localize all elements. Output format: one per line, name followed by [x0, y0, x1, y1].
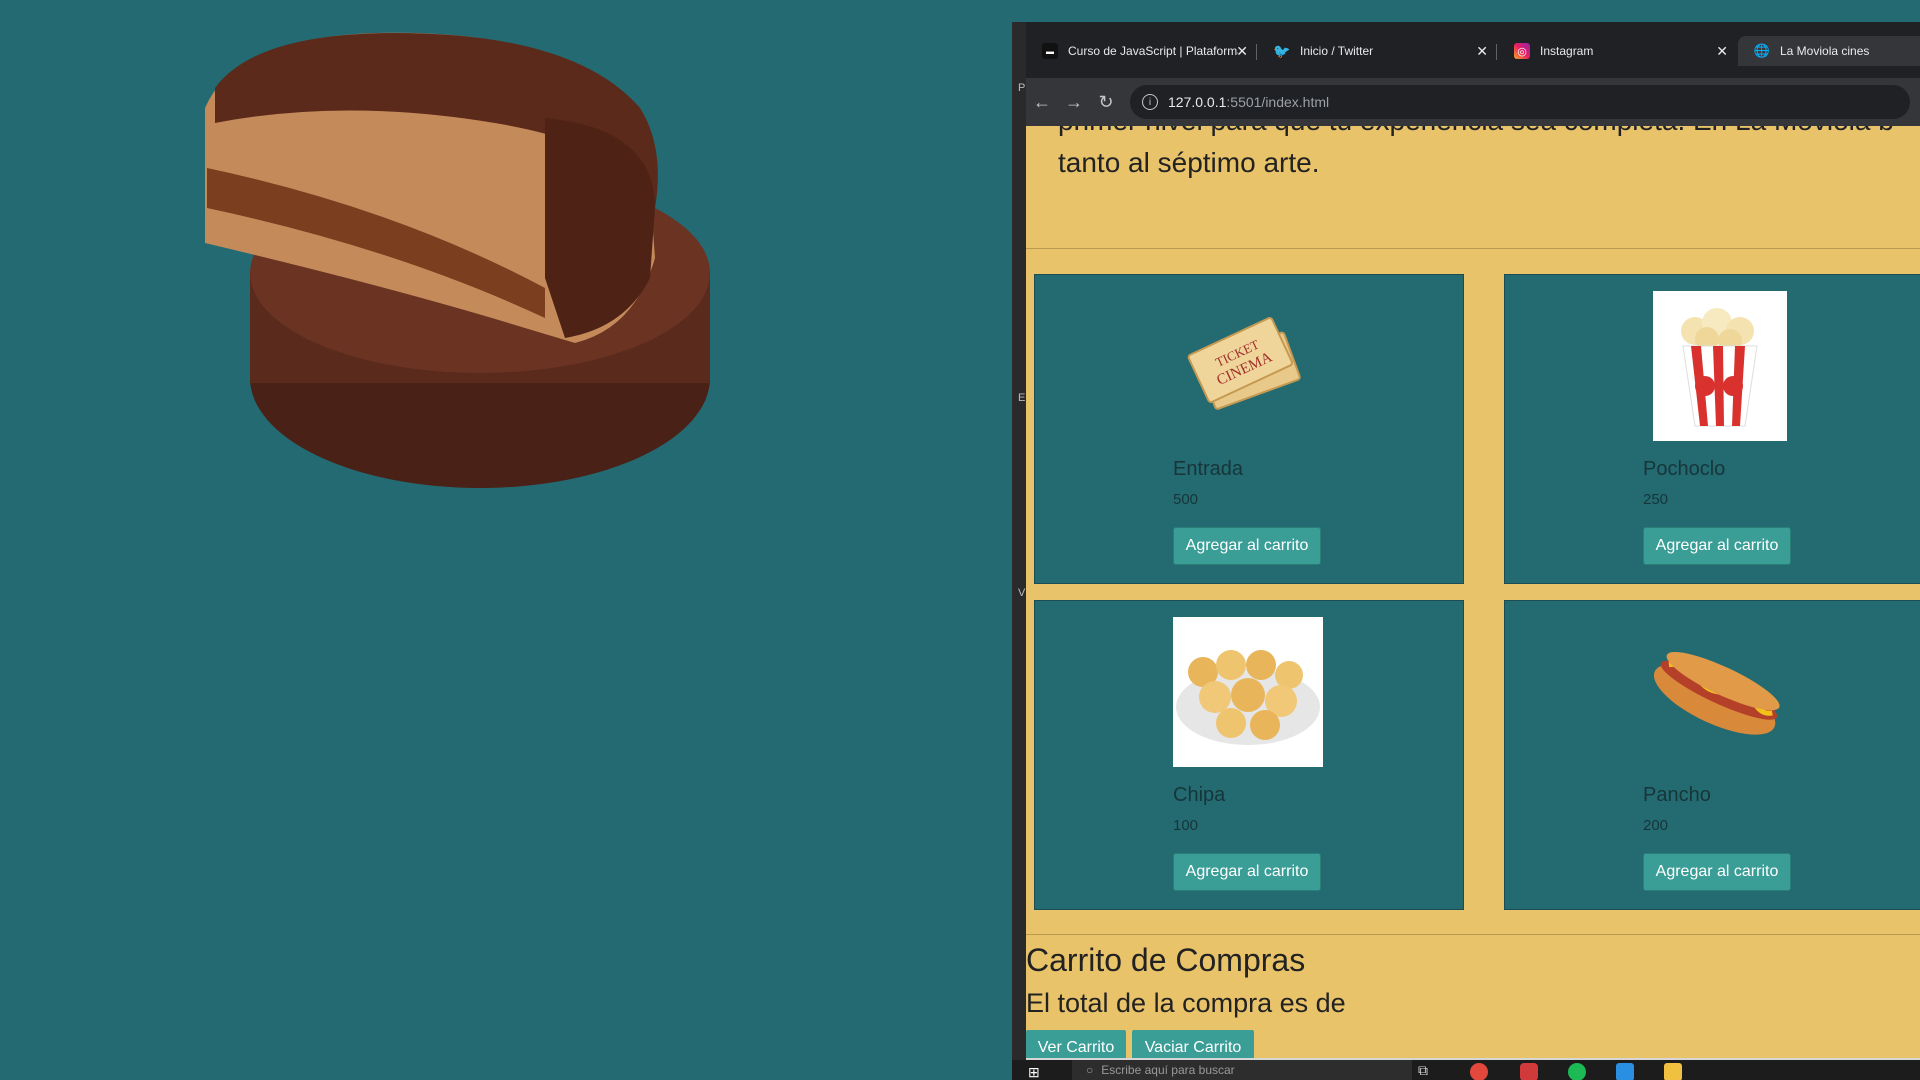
add-to-cart-button[interactable]: Agregar al carrito [1173, 853, 1321, 891]
intro-line: primer nivel para que tu experiencia sea… [1058, 126, 1920, 142]
product-name: Entrada [1173, 458, 1244, 480]
empty-cart-button[interactable]: Vaciar Carrito [1132, 1030, 1254, 1058]
tab-title: Inicio / Twitter [1300, 44, 1374, 58]
intro-text: primer nivel para que tu experiencia sea… [1058, 126, 1920, 184]
product-price: 100 [1173, 817, 1199, 834]
close-icon[interactable]: ✕ [1716, 43, 1728, 60]
close-icon[interactable]: ✕ [1476, 43, 1488, 60]
product-price: 500 [1173, 491, 1199, 508]
globe-icon: 🌐 [1753, 43, 1771, 58]
product-card-entrada: TICKET CINEMA Entrada 500 Agregar al car… [1034, 274, 1464, 584]
product-card-pancho: Pancho 200 Agregar al carrito [1504, 600, 1920, 910]
instagram-icon: ◎ [1514, 43, 1530, 59]
address-bar[interactable]: i 127.0.0.1:5501/index.html [1130, 85, 1910, 119]
add-to-cart-button[interactable]: Agregar al carrito [1643, 527, 1791, 565]
product-name: Pancho [1643, 784, 1711, 806]
chipa-icon [1173, 617, 1323, 767]
product-price: 200 [1643, 817, 1669, 834]
url-host: 127.0.0.1 [1168, 94, 1227, 110]
windows-taskbar: ⊞ ○ Escribe aquí para buscar ⧉ [1012, 1060, 1920, 1080]
window-left-edge: P E V [1012, 22, 1026, 1080]
page-viewport: primer nivel para que tu experiencia sea… [1026, 126, 1920, 1058]
file-explorer-icon[interactable] [1664, 1063, 1682, 1080]
info-icon[interactable]: i [1142, 94, 1158, 110]
task-view-icon[interactable]: ⧉ [1418, 1062, 1428, 1079]
hotdog-icon [1643, 617, 1793, 767]
intro-line: tanto al séptimo arte. [1058, 147, 1320, 178]
url-path: :5501/index.html [1226, 94, 1330, 110]
twitter-icon: 🐦 [1273, 42, 1291, 59]
cinema-ticket-icon: TICKET CINEMA [1173, 291, 1323, 441]
back-arrow-icon[interactable]: ← [1026, 92, 1058, 113]
product-card-chipa: Chipa 100 Agregar al carrito [1034, 600, 1464, 910]
app-red-icon[interactable] [1520, 1063, 1538, 1080]
forward-arrow-icon[interactable]: → [1058, 92, 1090, 113]
add-to-cart-button[interactable]: Agregar al carrito [1643, 853, 1791, 891]
cart-total-text: El total de la compra es de [1026, 988, 1346, 1018]
close-icon[interactable]: ✕ [1236, 43, 1248, 60]
divider [1026, 248, 1920, 249]
chrome-icon[interactable] [1470, 1063, 1488, 1080]
cart-title: Carrito de Compras [1026, 942, 1306, 978]
tab-title: Instagram [1540, 44, 1594, 58]
tab-title: La Moviola cines [1780, 44, 1870, 58]
browser-window: P E V ▬ Curso de JavaScript | Plataforma… [1012, 22, 1920, 1080]
coderhouse-icon: ▬ [1042, 43, 1058, 59]
reload-icon[interactable]: ↻ [1090, 92, 1122, 113]
alfajor-wallpaper-image [205, 32, 710, 488]
tab-title: Curso de JavaScript | Plataforma [1068, 44, 1238, 58]
popcorn-icon [1653, 291, 1787, 441]
add-to-cart-button[interactable]: Agregar al carrito [1173, 527, 1321, 565]
search-placeholder: Escribe aquí para buscar [1101, 1063, 1235, 1077]
tab-twitter[interactable]: 🐦 Inicio / Twitter ✕ [1258, 36, 1496, 66]
search-icon: ○ [1086, 1063, 1094, 1077]
taskbar-search[interactable]: ○ Escribe aquí para buscar [1072, 1060, 1412, 1080]
view-cart-button[interactable]: Ver Carrito [1026, 1030, 1126, 1058]
vscode-icon[interactable] [1616, 1063, 1634, 1080]
product-name: Pochoclo [1643, 458, 1726, 480]
product-card-pochoclo: Pochoclo 250 Agregar al carrito [1504, 274, 1920, 584]
tab-curso-javascript[interactable]: ▬ Curso de JavaScript | Plataforma ✕ [1026, 36, 1256, 66]
divider [1026, 934, 1920, 935]
product-name: Chipa [1173, 784, 1226, 806]
browser-toolbar: ← → ↻ i 127.0.0.1:5501/index.html [1026, 78, 1920, 126]
tab-la-moviola[interactable]: 🌐 La Moviola cines [1738, 36, 1920, 66]
tab-instagram[interactable]: ◎ Instagram ✕ [1498, 36, 1736, 66]
tab-bar: ▬ Curso de JavaScript | Plataforma ✕ 🐦 I… [1026, 22, 1920, 78]
spotify-icon[interactable] [1568, 1063, 1586, 1080]
product-price: 250 [1643, 491, 1669, 508]
windows-start-icon[interactable]: ⊞ [1028, 1064, 1040, 1080]
